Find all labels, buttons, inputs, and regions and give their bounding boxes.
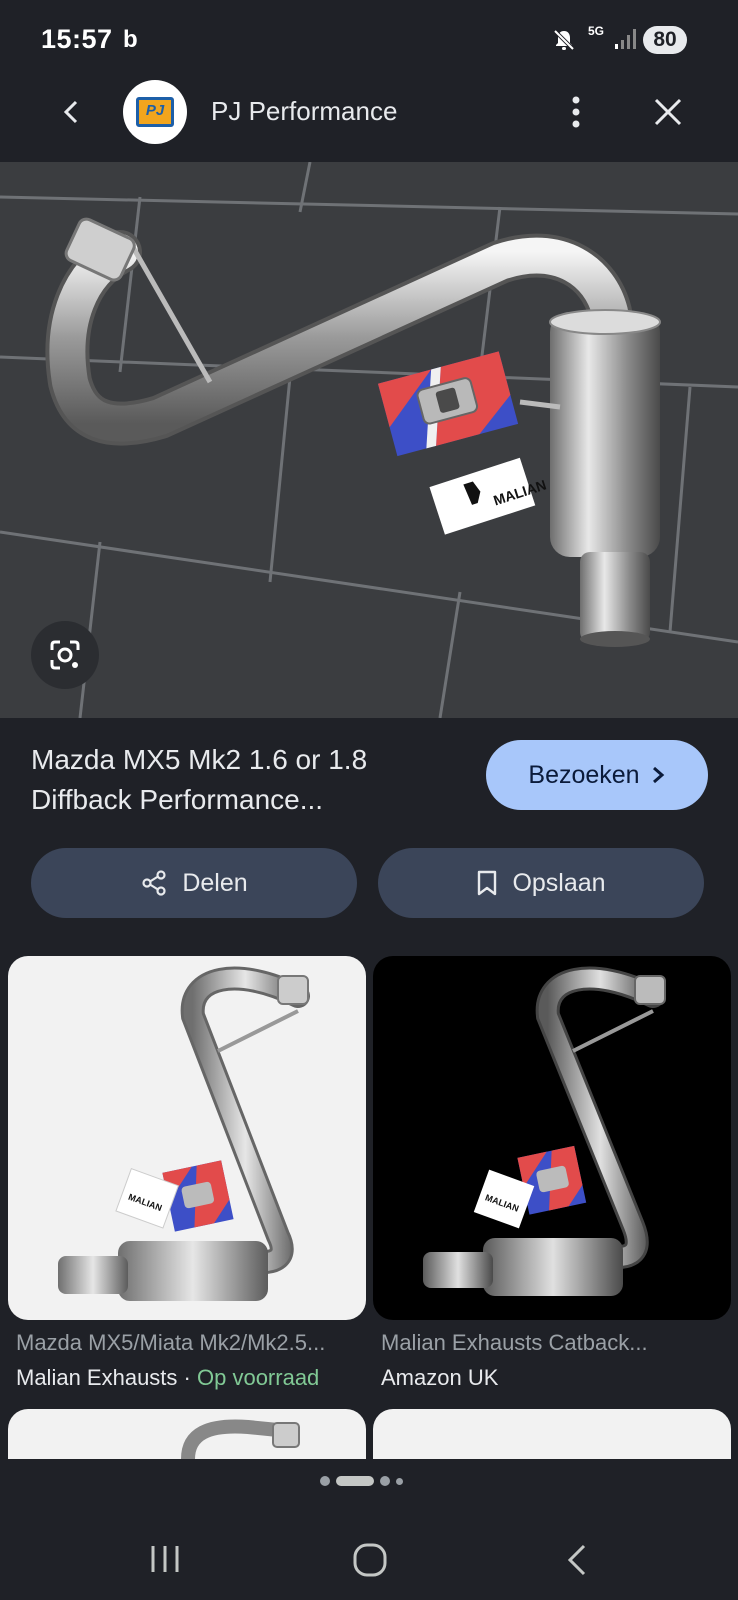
related-1-title[interactable]: Mazda MX5/Miata Mk2/Mk2.5... xyxy=(16,1330,325,1356)
related-exhaust-image: MALIAN xyxy=(58,966,310,1301)
page-dot-active xyxy=(336,1476,374,1486)
battery-indicator: 80 xyxy=(643,26,687,54)
visit-button-label: Bezoeken xyxy=(528,760,640,789)
related-image-card[interactable] xyxy=(8,1409,366,1459)
recent-apps-icon[interactable] xyxy=(148,1542,182,1576)
page-dot xyxy=(396,1477,403,1485)
save-button-label: Opslaan xyxy=(512,868,606,897)
pagination-dots xyxy=(320,1476,403,1486)
related-image-card[interactable] xyxy=(373,1409,731,1459)
pj-logo-mark: PJ xyxy=(136,97,174,127)
related-1-source: Malian Exhausts xyxy=(16,1365,178,1390)
site-logo: PJ xyxy=(123,80,187,144)
share-icon xyxy=(142,870,166,896)
related-2-source[interactable]: Amazon UK xyxy=(381,1365,498,1391)
hero-image[interactable]: MALIAN xyxy=(0,162,738,718)
header: PJ PJ Performance xyxy=(0,80,738,162)
related-2-title[interactable]: Malian Exhausts Catback... xyxy=(381,1330,648,1356)
system-navbar xyxy=(0,1530,738,1600)
system-back-icon[interactable] xyxy=(562,1542,592,1578)
result-title: Mazda MX5 Mk2 1.6 or 1.8 Diffback Perfor… xyxy=(31,744,368,815)
related-exhaust-image: MALIAN xyxy=(423,966,666,1296)
notification-b-icon: b xyxy=(123,26,138,53)
signal-icon xyxy=(615,29,636,49)
save-button[interactable]: Opslaan xyxy=(378,848,704,918)
close-icon[interactable] xyxy=(650,94,686,130)
google-lens-icon xyxy=(50,640,80,670)
related-image-card[interactable]: MALIAN xyxy=(8,956,366,1320)
exhaust-photo: MALIAN xyxy=(0,162,738,718)
related-exhaust-image xyxy=(181,1419,300,1459)
bookmark-icon xyxy=(478,870,497,896)
google-lens-button[interactable] xyxy=(31,621,99,689)
visit-button[interactable]: Bezoeken xyxy=(486,740,708,810)
more-vertical-icon[interactable] xyxy=(561,90,591,134)
chevron-right-icon xyxy=(652,766,664,784)
site-name[interactable]: PJ Performance xyxy=(211,96,397,127)
separator-dot: · xyxy=(183,1365,191,1390)
page-dot xyxy=(320,1476,330,1486)
status-bar: 15:57 b 5G 80 xyxy=(0,0,738,80)
stock-status: Op voorraad xyxy=(197,1365,320,1390)
mute-icon xyxy=(553,29,575,51)
page-dot xyxy=(380,1476,390,1486)
home-icon[interactable] xyxy=(352,1542,388,1578)
network-5g-icon: 5G xyxy=(588,24,605,38)
chevron-left-icon[interactable] xyxy=(52,92,92,132)
share-button-label: Delen xyxy=(182,868,248,897)
related-1-source-line[interactable]: Malian Exhausts · Op voorraad xyxy=(16,1365,319,1391)
related-image-card[interactable]: MALIAN xyxy=(373,956,731,1320)
share-button[interactable]: Delen xyxy=(31,848,357,918)
status-time: 15:57 xyxy=(41,24,113,54)
